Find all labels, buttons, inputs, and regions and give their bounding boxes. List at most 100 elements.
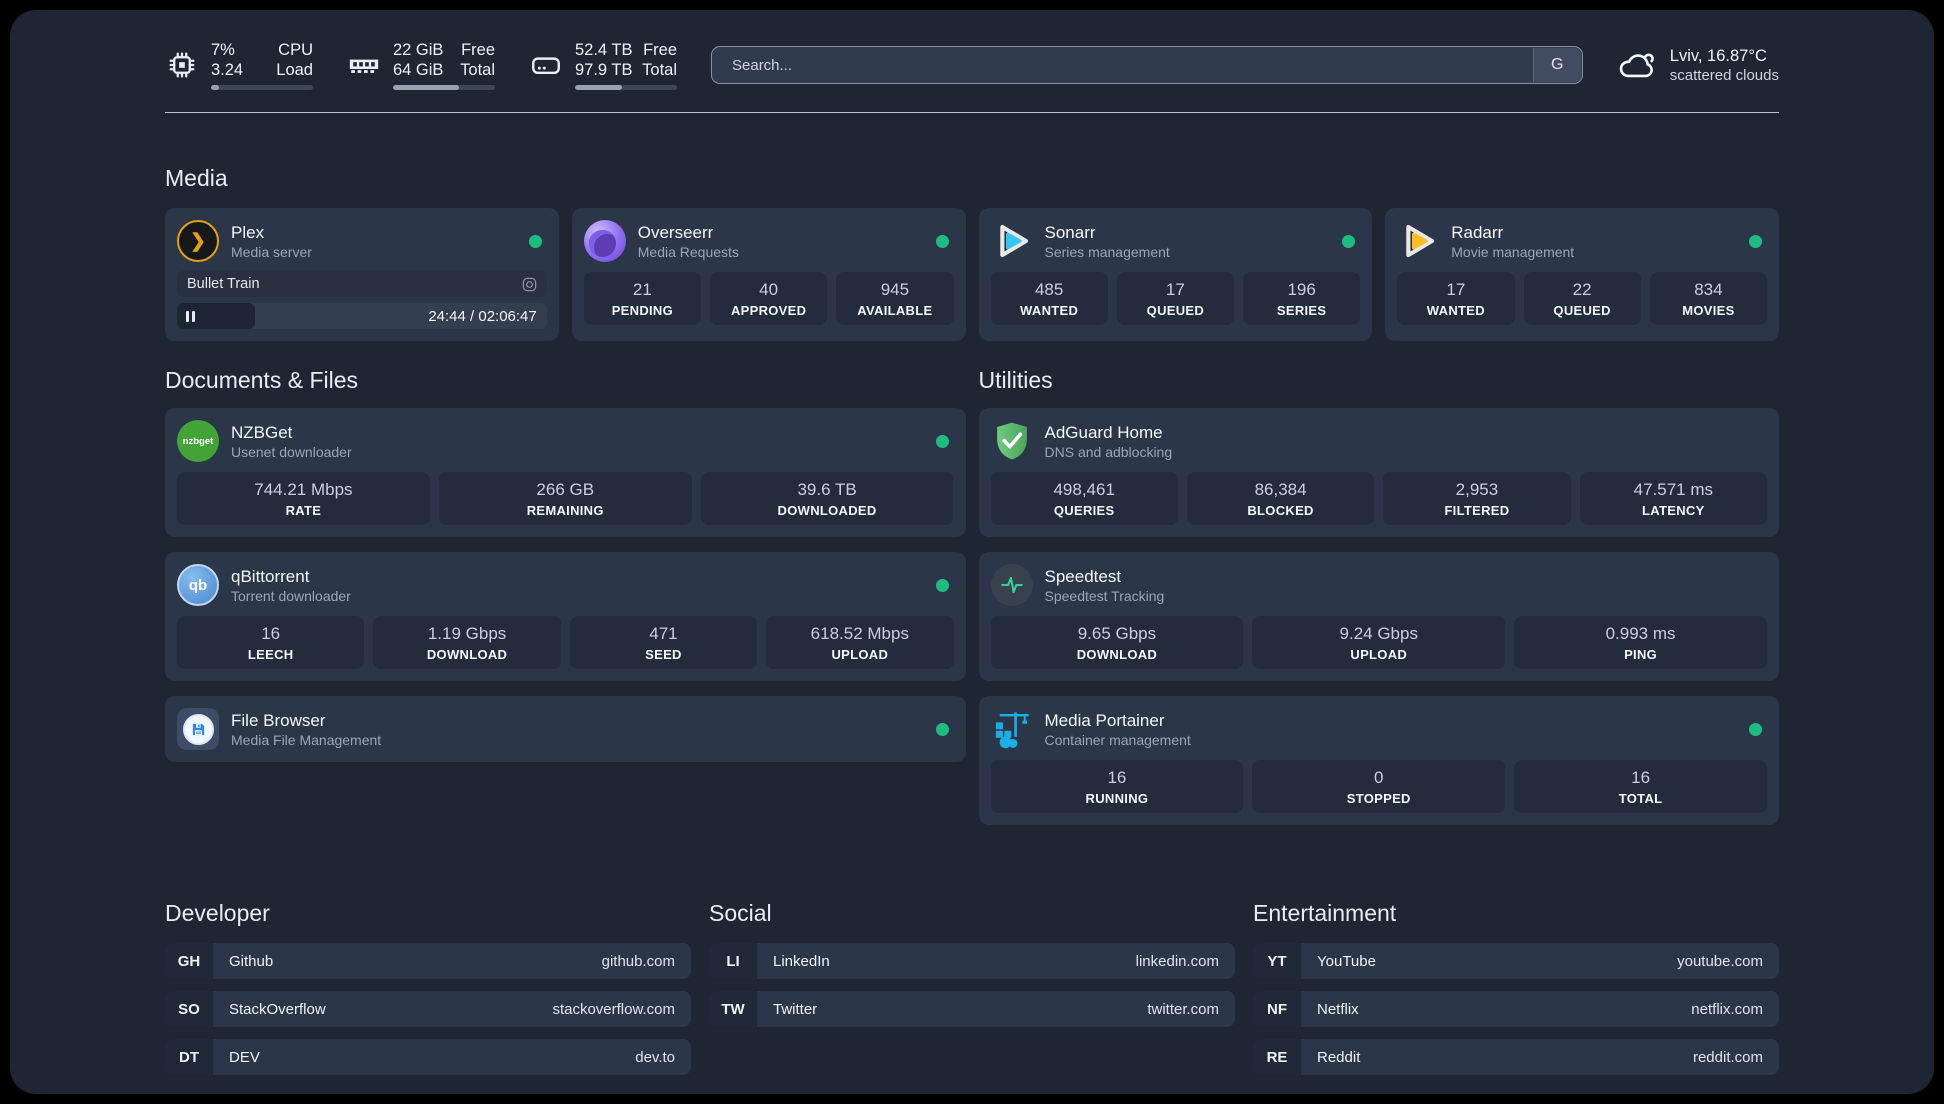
stat-value: 618.52 Mbps (810, 624, 909, 644)
stat-value: 498,461 (1053, 480, 1115, 500)
stat-box: 0 STOPPED (1252, 760, 1506, 814)
adguard-card[interactable]: AdGuard Home DNS and adblocking 498,461 … (978, 408, 1779, 538)
disk-stat: 52.4 TB 97.9 TB Free Total (529, 40, 677, 91)
link-row[interactable]: YT YouTube youtube.com (1253, 943, 1779, 980)
sonarr-card[interactable]: Sonarr Series management 485 WANTED 17 Q… (978, 208, 1373, 342)
nzbget-icon: nzbget (177, 420, 219, 463)
speedtest-icon (990, 564, 1033, 607)
ram-progress-bar (393, 85, 495, 91)
stat-box: 196 SERIES (1243, 272, 1361, 326)
section-title-entertainment: Entertainment (1253, 900, 1397, 927)
link-name: YouTube (1317, 952, 1376, 970)
radarr-icon (1397, 220, 1439, 262)
section-title-social: Social (709, 900, 772, 927)
app-name: Overseerr (637, 223, 714, 243)
stat-label: RATE (285, 503, 322, 519)
cpu-load-label: Load (276, 61, 313, 80)
link-row[interactable]: TW Twitter twitter.com (709, 991, 1235, 1028)
disk-free-label: Free (643, 41, 677, 59)
stats-row: 485 WANTED 17 QUEUED 196 SERIES (990, 272, 1361, 326)
speedtest-card[interactable]: Speedtest Speedtest Tracking 9.65 Gbps D… (978, 552, 1779, 682)
stat-value: 1.19 Gbps (427, 624, 507, 644)
link-url: linkedin.com (1135, 952, 1219, 970)
app-name: File Browser (231, 711, 326, 731)
filebrowser-card[interactable]: File Browser Media File Management (165, 696, 966, 763)
portainer-card[interactable]: Media Portainer Container management 16 … (978, 696, 1779, 826)
adguard-icon (991, 420, 1033, 462)
stat-value: 39.6 TB (797, 480, 857, 500)
app-description: Speedtest Tracking (1044, 588, 1165, 605)
stat-box: 86,384 BLOCKED (1186, 472, 1375, 526)
stat-value: 834 (1694, 280, 1723, 300)
link-tag: RE (1253, 1039, 1301, 1076)
app-description: DNS and adblocking (1044, 444, 1173, 461)
stat-value: 0.993 ms (1605, 624, 1676, 644)
ram-stat: 22 GiB 64 GiB Free Total (347, 40, 495, 91)
link-url: netflix.com (1691, 1000, 1763, 1018)
overseerr-card[interactable]: Overseerr Media Requests 21 PENDING 40 A… (571, 208, 966, 342)
status-online-dot (935, 234, 949, 248)
search-input[interactable] (711, 46, 1583, 85)
stat-label: UPLOAD (1350, 647, 1408, 663)
link-row[interactable]: NF Netflix netflix.com (1253, 991, 1779, 1028)
qbittorrent-card[interactable]: qb qBittorrent Torrent downloader 16 LEE… (165, 552, 966, 682)
top-bar: 7% 3.24 CPU Load 22 GiB 64 GiB Free Tota… (165, 40, 1779, 91)
stat-box: 16 TOTAL (1514, 760, 1767, 814)
stat-label: QUEUED (1553, 303, 1611, 319)
ram-free-label: Free (461, 41, 495, 59)
link-tag: DT (165, 1039, 213, 1076)
stat-value: 17 (1165, 280, 1185, 300)
link-row[interactable]: LI LinkedIn linkedin.com (709, 943, 1235, 980)
stat-value: 744.21 Mbps (254, 480, 353, 500)
pause-icon[interactable] (186, 310, 195, 322)
stat-label: UPLOAD (831, 647, 889, 663)
link-row[interactable]: GH Github github.com (165, 943, 691, 980)
stat-box: 9.65 Gbps DOWNLOAD (990, 616, 1244, 670)
stat-label: MOVIES (1682, 303, 1735, 319)
section-title-media: Media (165, 165, 228, 192)
stat-value: 9.24 Gbps (1339, 624, 1418, 644)
app-description: Usenet downloader (231, 444, 352, 461)
stat-label: BLOCKED (1247, 503, 1314, 519)
cpu-usage-label: CPU (278, 41, 313, 59)
app-description: Media Requests (637, 244, 739, 261)
radarr-card[interactable]: Radarr Movie management 17 WANTED 22 QUE… (1385, 208, 1779, 342)
developer-column: Developer GH Github github.com SO StackO… (165, 840, 691, 1087)
app-name: Media Portainer (1044, 711, 1165, 731)
link-row[interactable]: DT DEV dev.to (165, 1039, 691, 1076)
nzbget-card[interactable]: nzbget NZBGet Usenet downloader 744.21 M… (165, 408, 966, 538)
stats-row: 16 LEECH 1.19 Gbps DOWNLOAD 471 SEED 618… (177, 616, 954, 670)
app-name: Speedtest (1044, 567, 1122, 587)
stat-value: 266 GB (536, 480, 595, 500)
social-column: Social LI LinkedIn linkedin.com TW Twitt… (709, 840, 1235, 1087)
stat-label: APPROVED (730, 303, 807, 319)
stat-value: 2,953 (1455, 480, 1499, 500)
cpu-stat: 7% 3.24 CPU Load (165, 40, 313, 91)
stat-value: 196 (1287, 280, 1316, 300)
plex-card[interactable]: ❯ Plex Media server Bullet Train 24:44 /… (165, 208, 559, 342)
disk-total-value: 97.9 TB (575, 61, 633, 80)
link-tag: LI (709, 943, 757, 980)
link-row[interactable]: SO StackOverflow stackoverflow.com (165, 991, 691, 1028)
link-url: github.com (601, 952, 675, 970)
stat-label: WANTED (1020, 303, 1079, 319)
disk-total-label: Total (642, 61, 677, 80)
cpu-progress-bar (211, 85, 313, 91)
status-online-dot (1749, 722, 1762, 736)
stats-row: 16 RUNNING 0 STOPPED 16 TOTAL (990, 760, 1768, 814)
media-grid: ❯ Plex Media server Bullet Train 24:44 /… (165, 208, 1779, 342)
playback-progress-bar[interactable]: 24:44 / 02:06:47 (177, 303, 547, 330)
stat-box: 16 RUNNING (990, 760, 1244, 814)
now-playing-settings-icon[interactable] (522, 277, 537, 292)
stat-value: 471 (649, 624, 678, 644)
link-url: stackoverflow.com (552, 1000, 675, 1018)
stat-label: DOWNLOAD (426, 647, 508, 663)
stats-row: 21 PENDING 40 APPROVED 945 AVAILABLE (583, 272, 954, 326)
app-name: AdGuard Home (1044, 423, 1163, 443)
app-name: Sonarr (1044, 223, 1096, 243)
stat-box: 2,953 FILTERED (1383, 472, 1571, 526)
search-engine-button[interactable]: G (1532, 48, 1581, 83)
link-row[interactable]: RE Reddit reddit.com (1253, 1039, 1779, 1076)
portainer-icon (991, 708, 1033, 750)
search-bar: G (711, 46, 1583, 85)
